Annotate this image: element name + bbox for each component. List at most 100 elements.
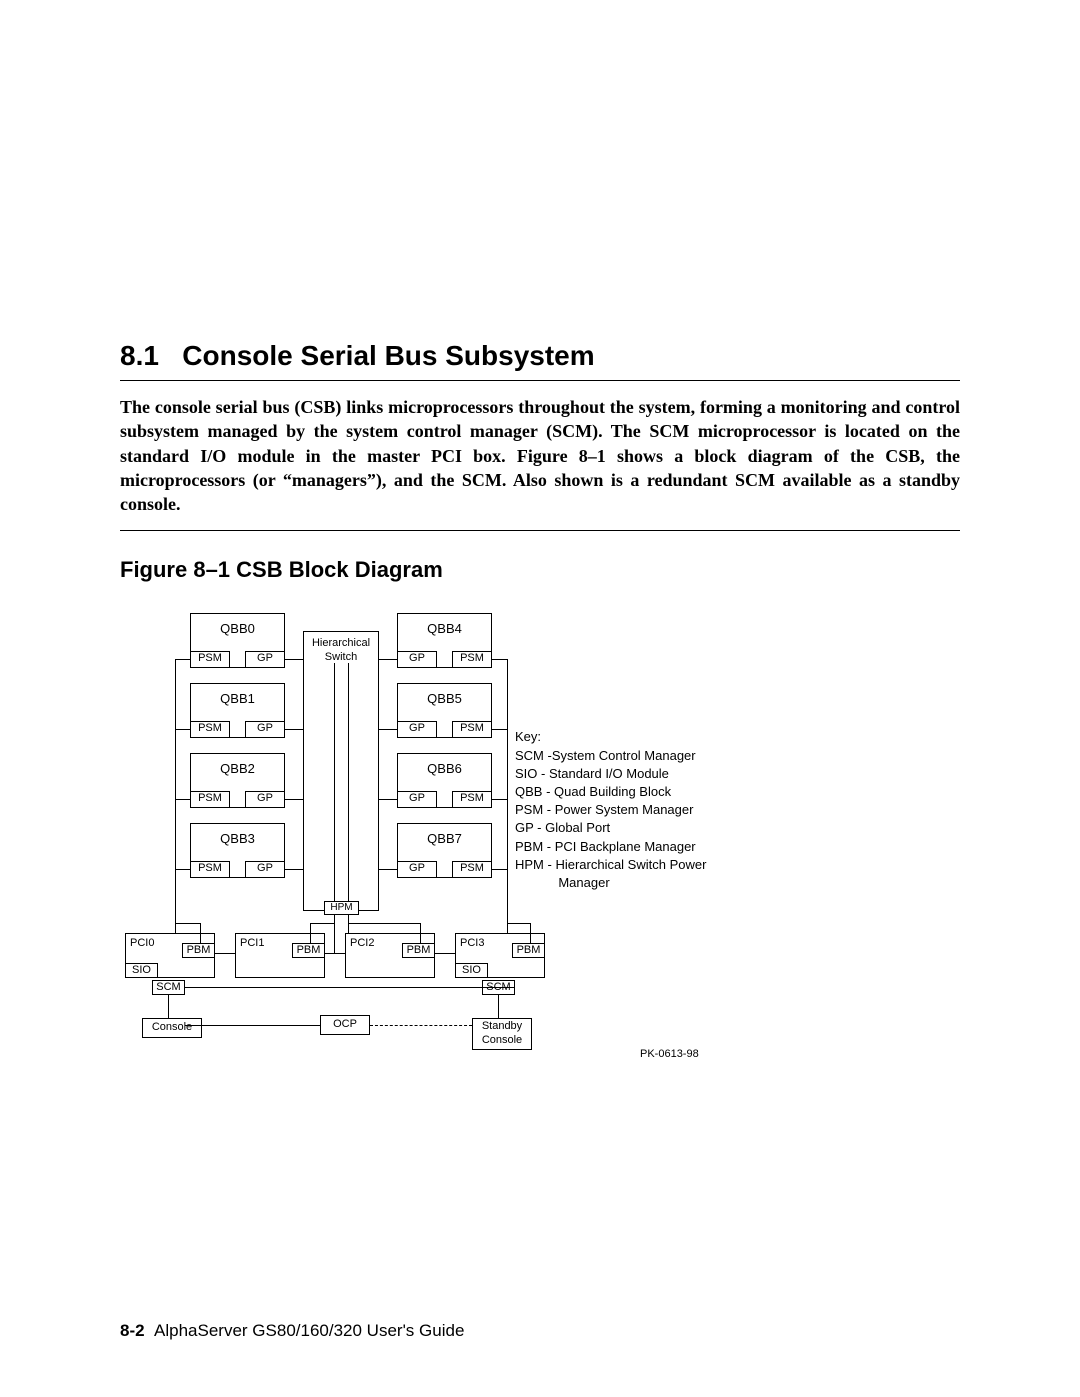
qbb5-gp: GP [397,721,437,738]
gp-label: GP [257,722,273,734]
pbm-label: PBM [187,944,211,956]
line [285,799,303,800]
line [379,729,397,730]
page-footer: 8-2 AlphaServer GS80/160/320 User's Guid… [120,1321,464,1341]
psm-label: PSM [198,792,222,804]
line [285,869,303,870]
qbb1-psm: PSM [190,721,230,738]
qbb4-gp: GP [397,651,437,668]
psm-label: PSM [460,722,484,734]
key-entry: GP - Global Port [515,819,706,837]
line [185,987,515,988]
line [498,995,499,1018]
psm-label: PSM [460,792,484,804]
bus-line [334,663,335,901]
pci3-pbm: PBM [512,943,545,958]
line [175,659,190,660]
qbb5-label: QBB5 [397,691,492,706]
line [285,729,303,730]
line [168,995,169,1018]
qbb2-psm: PSM [190,791,230,808]
key-entry: SIO - Standard I/O Module [515,765,706,783]
key-entry: PSM - Power System Manager [515,801,706,819]
qbb3-psm: PSM [190,861,230,878]
section-title: Console Serial Bus Subsystem [182,340,594,371]
hierarchical-switch-label: HierarchicalSwitch [303,637,379,663]
qbb3-label: QBB3 [190,831,285,846]
hpm-box: HPM [324,901,359,915]
key-heading: Key: [515,728,706,746]
ocp-label: OCP [333,1018,357,1030]
pci2-pbm: PBM [402,943,435,958]
footer-title: AlphaServer GS80/160/320 User's Guide [154,1321,464,1340]
section-heading: 8.1 Console Serial Bus Subsystem [120,340,960,372]
page-number: 8-2 [120,1321,145,1340]
gp-label: GP [409,722,425,734]
pbm-label: PBM [517,944,541,956]
psm-label: PSM [198,722,222,734]
key-entry: QBB - Quad Building Block [515,783,706,801]
qbb2-gp: GP [245,791,285,808]
line [379,799,397,800]
line [492,659,507,660]
qbb0-psm: PSM [190,651,230,668]
line [175,659,176,953]
qbb6-psm: PSM [452,791,492,808]
psm-label: PSM [460,862,484,874]
line [175,799,190,800]
qbb6-gp: GP [397,791,437,808]
sio-label: SIO [462,964,481,976]
pci3-label: PCI3 [460,937,484,949]
line [530,923,531,943]
standby-console-label: StandbyConsole [482,1020,522,1045]
pci1-pbm: PBM [292,943,325,958]
line [420,923,421,943]
line [492,869,507,870]
scm-label: SCM [156,981,180,993]
qbb7-gp: GP [397,861,437,878]
dashed-line [370,1025,472,1026]
line [348,923,420,924]
line [507,659,508,953]
qbb2-label: QBB2 [190,761,285,776]
bus-line [348,663,349,901]
line [200,923,201,943]
line [175,869,190,870]
gp-label: GP [257,862,273,874]
hierarchical-switch-box [303,631,379,911]
line [310,923,311,943]
console-label: Console [152,1021,192,1033]
line [492,729,507,730]
pci0-scm: SCM [152,980,185,995]
qbb4-psm: PSM [452,651,492,668]
qbb1-label: QBB1 [190,691,285,706]
line [285,659,303,660]
key-entry: HPM - Hierarchical Switch Power [515,856,706,874]
heading-rule-bottom [120,530,960,531]
qbb7-label: QBB7 [397,831,492,846]
line [175,923,200,924]
psm-label: PSM [198,862,222,874]
qbb4-label: QBB4 [397,621,492,636]
key-entry: SCM -System Control Manager [515,747,706,765]
qbb0-gp: GP [245,651,285,668]
line [310,923,334,924]
qbb5-psm: PSM [452,721,492,738]
line [379,659,397,660]
line [379,869,397,870]
line [507,923,530,924]
hpm-label: HPM [330,902,352,913]
figure-id: PK-0613-98 [640,1048,699,1060]
gp-label: GP [257,792,273,804]
line [185,1025,320,1026]
qbb6-label: QBB6 [397,761,492,776]
qbb0-label: QBB0 [190,621,285,636]
pci0-label: PCI0 [130,937,154,949]
ocp-box: OCP [320,1015,370,1035]
key-entry: PBM - PCI Backplane Manager [515,838,706,856]
line [492,799,507,800]
pci0-sio: SIO [125,963,158,978]
pbm-label: PBM [407,944,431,956]
heading-rule-top [120,380,960,381]
csb-block-diagram: HierarchicalSwitch HPM QBB0 PSM GP QBB1 … [120,603,800,1073]
